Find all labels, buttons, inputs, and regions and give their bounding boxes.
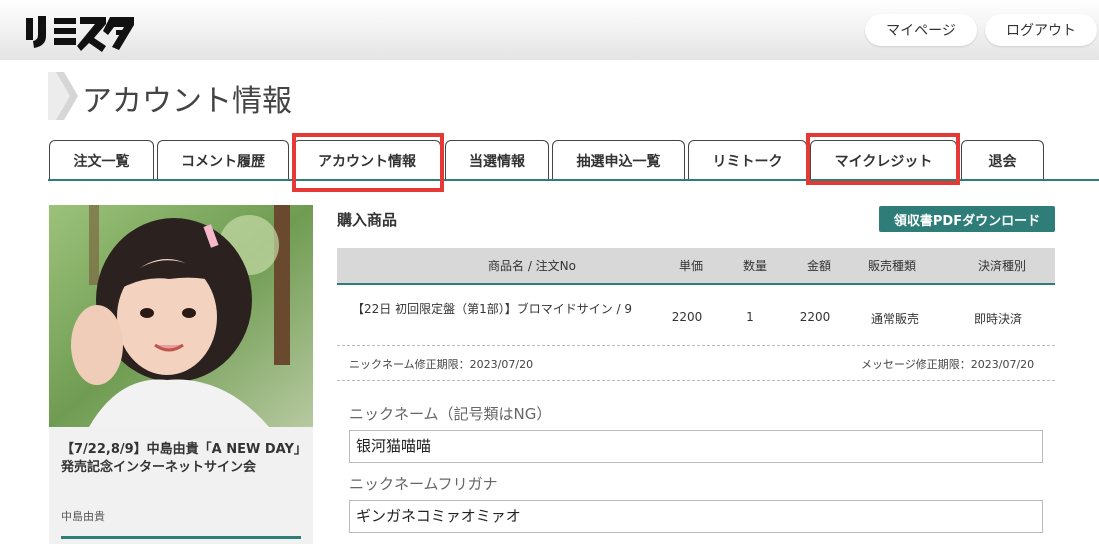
tab-comment-history[interactable]: コメント履歴 — [157, 140, 289, 181]
header-bar: マイページ ログアウト — [0, 0, 1099, 60]
event-artist: 中島由貴 — [61, 510, 105, 523]
col-sale-type: 販売種類 — [867, 259, 916, 273]
purchase-table-header: 商品名 / 注文No 単価 数量 金額 販売種類 決済種別 — [337, 248, 1055, 285]
nickname-input[interactable]: 银河猫喵喵 — [349, 430, 1043, 463]
cell-payment-type: 即時決済 — [973, 312, 1022, 326]
tab-lottery-applications[interactable]: 抽選申込一覧 — [552, 140, 685, 181]
cell-sale-type: 通常販売 — [870, 312, 919, 326]
cell-quantity: 1 — [746, 310, 754, 324]
col-amount: 金額 — [806, 259, 831, 273]
site-logo[interactable] — [24, 12, 136, 52]
highlight-box-my-credit — [806, 133, 960, 185]
tab-withdraw[interactable]: 退会 — [961, 140, 1044, 181]
row-divider — [337, 380, 1055, 381]
nickname-deadline: ニックネーム修正期限：2023/07/20 — [349, 358, 534, 371]
highlight-box-account-info — [292, 133, 444, 192]
purchase-section-title: 購入商品 — [337, 211, 398, 229]
event-photo — [49, 205, 313, 427]
card-accent-line — [61, 536, 301, 539]
furigana-label: ニックネームフリガナ — [349, 475, 498, 493]
event-card[interactable]: 【7/22,8/9】中島由貴「A NEW DAY」発売記念インターネットサイン会… — [49, 205, 313, 544]
col-product-name: 商品名 / 注文No — [488, 259, 576, 273]
tab-rimitalk[interactable]: リミトーク — [688, 140, 807, 181]
page-title-area: アカウント情報 — [48, 72, 448, 120]
mypage-button[interactable]: マイページ — [865, 14, 977, 46]
page-title: アカウント情報 — [82, 84, 292, 119]
row-divider — [337, 345, 1055, 346]
furigana-input[interactable]: ギンガネコミァオミァオ — [349, 500, 1043, 533]
receipt-pdf-download-button[interactable]: 領収書PDFダウンロード — [879, 206, 1055, 232]
col-quantity: 数量 — [742, 259, 767, 273]
tab-order-list[interactable]: 注文一覧 — [49, 140, 154, 181]
logout-button[interactable]: ログアウト — [985, 14, 1097, 46]
title-chevron-icon — [48, 72, 78, 120]
cell-product-name: 【22日 初回限定盤（第1部）】ブロマイドサイン / 9 — [352, 302, 633, 316]
tab-winning-info[interactable]: 当選情報 — [445, 140, 549, 181]
nickname-label: ニックネーム（記号類はNG） — [349, 405, 552, 423]
col-payment-type: 決済種別 — [977, 259, 1026, 273]
message-deadline: メッセージ修正期限：2023/07/20 — [861, 358, 1035, 371]
event-title[interactable]: 【7/22,8/9】中島由貴「A NEW DAY」発売記念インターネットサイン会 — [61, 441, 305, 477]
cell-unit-price: 2200 — [671, 310, 703, 324]
col-unit-price: 単価 — [678, 259, 703, 273]
cell-amount: 2200 — [799, 310, 831, 324]
